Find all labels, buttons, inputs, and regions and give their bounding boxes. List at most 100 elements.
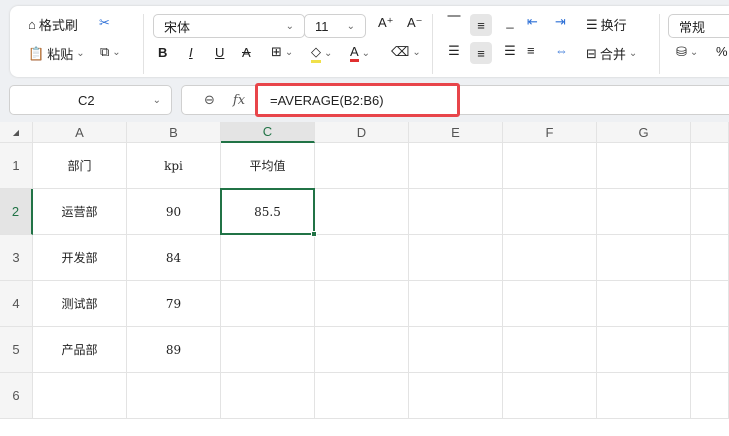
cell[interactable] <box>33 373 127 419</box>
underline-button[interactable]: U <box>215 45 224 60</box>
cell[interactable] <box>503 235 597 281</box>
name-box[interactable]: C2 ⌄ <box>9 85 172 115</box>
cell[interactable] <box>691 327 729 373</box>
cell[interactable] <box>691 281 729 327</box>
row-header[interactable]: 4 <box>0 281 33 327</box>
percent-button[interactable]: % <box>716 44 729 59</box>
column-header[interactable]: E <box>409 122 503 143</box>
cell[interactable] <box>127 373 221 419</box>
row-header[interactable]: 2 <box>0 189 33 235</box>
merge-button[interactable]: ⊟ 合并 ⌄ <box>586 44 637 63</box>
column-header[interactable]: A <box>33 122 127 143</box>
cell[interactable] <box>315 281 409 327</box>
bold-button[interactable]: B <box>158 45 167 60</box>
cell[interactable] <box>315 143 409 189</box>
distribute-button[interactable]: ⇔ <box>555 43 568 58</box>
fill-handle[interactable] <box>311 231 317 237</box>
grow-font-button[interactable]: A⁺ <box>378 15 394 31</box>
cell[interactable] <box>691 235 729 281</box>
decrease-indent-button[interactable]: ⇤ <box>527 14 538 30</box>
font-color-button[interactable]: A ⌄ <box>350 44 370 62</box>
align-right-button[interactable]: ☰ <box>500 43 520 59</box>
cell[interactable] <box>221 327 315 373</box>
row-header[interactable]: 3 <box>0 235 33 281</box>
font-size-select[interactable]: 11 ⌄ <box>304 14 366 38</box>
strikethrough-button[interactable]: A <box>242 45 251 60</box>
column-header[interactable]: D <box>315 122 409 143</box>
cell[interactable] <box>597 143 691 189</box>
cell[interactable] <box>409 235 503 281</box>
increase-indent-button[interactable]: ⇥ <box>555 14 566 30</box>
cell[interactable] <box>315 235 409 281</box>
align-center-button[interactable]: ≡ <box>470 42 492 64</box>
cell[interactable] <box>691 189 729 235</box>
cell[interactable] <box>597 235 691 281</box>
column-header[interactable] <box>691 122 729 143</box>
justify-button[interactable]: ≡ <box>527 43 535 58</box>
cell[interactable] <box>597 189 691 235</box>
column-header[interactable]: G <box>597 122 691 143</box>
row-header[interactable]: 6 <box>0 373 33 419</box>
shrink-font-button[interactable]: A⁻ <box>407 15 423 31</box>
zoom-icon[interactable]: ⊖ <box>204 92 215 108</box>
cell[interactable] <box>503 327 597 373</box>
cell[interactable]: 90 <box>127 189 221 235</box>
row-header[interactable]: 1 <box>0 143 33 189</box>
borders-button[interactable]: ⊞ ⌄ <box>271 44 293 60</box>
column-header[interactable]: B <box>127 122 221 143</box>
cell[interactable]: 部门 <box>33 143 127 189</box>
fill-color-button[interactable]: ◇ ⌄ <box>311 44 332 63</box>
cell[interactable] <box>503 143 597 189</box>
cell[interactable] <box>503 281 597 327</box>
column-header[interactable]: C <box>221 122 315 143</box>
align-left-button[interactable]: ☰ <box>444 43 464 59</box>
cell[interactable]: kpi <box>127 143 221 189</box>
align-bottom-button[interactable]: _ <box>500 14 520 29</box>
cell[interactable]: 开发部 <box>33 235 127 281</box>
wrap-text-button[interactable]: ☰ 换行 <box>586 15 627 34</box>
cell[interactable] <box>221 235 315 281</box>
cell[interactable]: 89 <box>127 327 221 373</box>
cell[interactable]: 84 <box>127 235 221 281</box>
cell[interactable] <box>597 327 691 373</box>
cell[interactable] <box>315 327 409 373</box>
cell[interactable] <box>409 143 503 189</box>
cell[interactable] <box>691 143 729 189</box>
align-top-button[interactable]: ⎺ <box>444 14 464 30</box>
cell[interactable] <box>221 281 315 327</box>
cell[interactable]: 平均值 <box>221 143 315 189</box>
cell[interactable] <box>597 281 691 327</box>
chevron-down-icon: ⌄ <box>285 20 294 32</box>
format-painter-button[interactable]: ⌂ 格式刷 <box>28 15 78 34</box>
cell[interactable] <box>503 373 597 419</box>
cell[interactable]: 产品部 <box>33 327 127 373</box>
italic-button[interactable]: I <box>189 45 193 60</box>
cell[interactable] <box>409 281 503 327</box>
cell[interactable]: 测试部 <box>33 281 127 327</box>
row-header[interactable]: 5 <box>0 327 33 373</box>
cell[interactable] <box>221 373 315 419</box>
column-header[interactable]: F <box>503 122 597 143</box>
align-middle-button[interactable]: ≡ <box>470 14 492 36</box>
font-color-icon: A <box>350 44 359 62</box>
cell[interactable] <box>691 373 729 419</box>
paste-button[interactable]: 📋 粘贴 ⌄ <box>28 44 85 63</box>
formula-input[interactable]: =AVERAGE(B2:B6) <box>255 83 460 117</box>
clear-format-button[interactable]: ⌫ ⌄ <box>391 44 421 60</box>
cell[interactable] <box>315 373 409 419</box>
cell[interactable] <box>409 189 503 235</box>
cell[interactable] <box>597 373 691 419</box>
cell[interactable]: 79 <box>127 281 221 327</box>
cell[interactable] <box>503 189 597 235</box>
select-all-corner[interactable]: ◢ <box>0 122 33 143</box>
cut-button[interactable]: ✂ <box>99 15 110 31</box>
number-format-select[interactable]: 常规 <box>668 14 729 38</box>
fx-icon[interactable]: fx <box>233 93 245 108</box>
cell[interactable] <box>409 373 503 419</box>
copy-button[interactable]: ⧉ ⌄ <box>100 44 121 60</box>
font-name-select[interactable]: 宋体 ⌄ <box>153 14 305 38</box>
cell[interactable]: 运营部 <box>33 189 127 235</box>
cell[interactable] <box>315 189 409 235</box>
cell[interactable] <box>409 327 503 373</box>
cell-style-button[interactable]: ⛁ ⌄ <box>676 44 698 60</box>
